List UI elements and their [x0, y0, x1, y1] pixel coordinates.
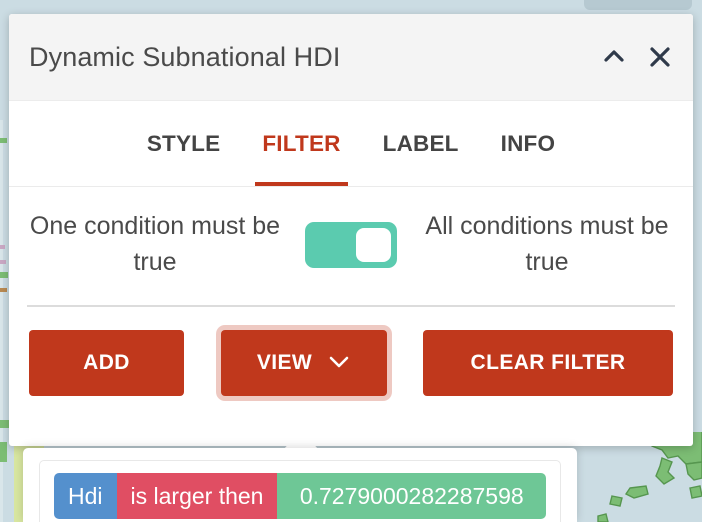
filter-condition-chip[interactable]: Hdi is larger then 0.7279000282287598 — [54, 473, 546, 519]
chevron-down-icon — [328, 351, 350, 375]
popup-inner: Hdi is larger then 0.7279000282287598 — [39, 460, 561, 522]
tab-info[interactable]: INFO — [480, 101, 577, 186]
header-actions — [599, 42, 675, 72]
filter-mode-toggle[interactable] — [305, 221, 397, 268]
add-button[interactable]: ADD — [29, 330, 184, 396]
clear-filter-button[interactable]: CLEAR FILTER — [423, 330, 673, 396]
filter-mode-any-label: One condition must be true — [29, 212, 281, 276]
map-top-control[interactable] — [584, 0, 692, 10]
chevron-up-icon[interactable] — [599, 42, 629, 72]
layer-settings-panel: Dynamic Subnational HDI STYLE FILTER LAB… — [9, 14, 693, 446]
tab-label[interactable]: LABEL — [362, 101, 480, 186]
tab-style[interactable]: STYLE — [126, 101, 242, 186]
popup-caret — [284, 430, 318, 449]
tab-filter[interactable]: FILTER — [241, 101, 361, 186]
filter-mode-row: One condition must be true All condition… — [9, 187, 693, 280]
page-title: Dynamic Subnational HDI — [29, 41, 341, 72]
close-icon[interactable] — [645, 42, 675, 72]
view-button-label: VIEW — [256, 351, 313, 374]
toggle-knob — [356, 227, 391, 262]
condition-value[interactable]: 0.7279000282287598 — [277, 473, 546, 519]
filter-actions: ADD VIEW CLEAR FILTER — [9, 307, 693, 396]
filter-conditions-popup: Hdi is larger then 0.7279000282287598 — [23, 448, 577, 522]
view-button[interactable]: VIEW — [220, 330, 387, 396]
condition-operator[interactable]: is larger then — [116, 473, 278, 519]
condition-field[interactable]: Hdi — [54, 473, 117, 519]
panel-header: Dynamic Subnational HDI — [9, 14, 693, 101]
filter-mode-all-label: All conditions must be true — [425, 212, 669, 276]
app-screen: Dynamic Subnational HDI STYLE FILTER LAB… — [0, 0, 702, 522]
panel-tabs: STYLE FILTER LABEL INFO — [9, 101, 693, 187]
